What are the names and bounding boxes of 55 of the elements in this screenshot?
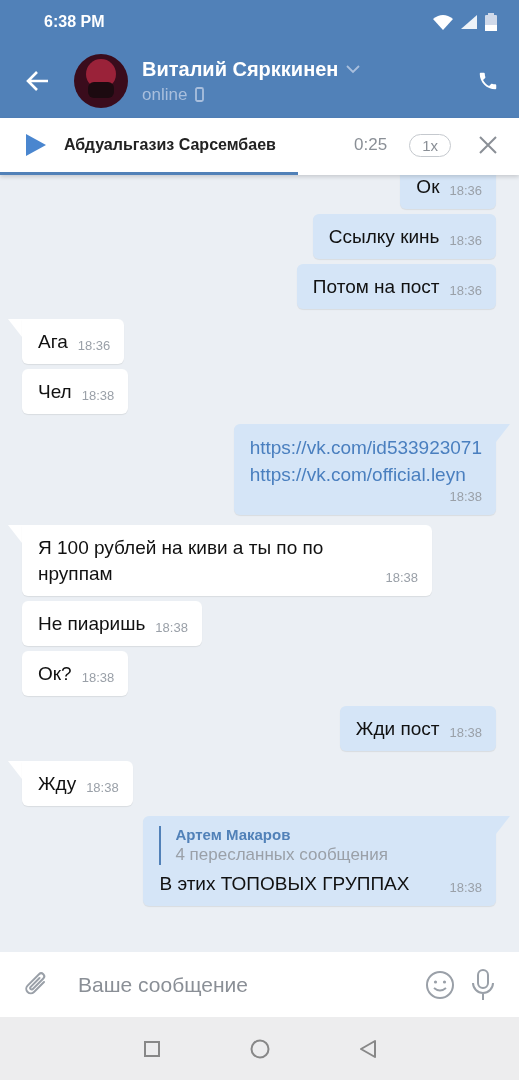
message-text: Не пиаришь [38, 612, 146, 636]
back-icon[interactable] [359, 1039, 376, 1058]
message-bubble[interactable]: Я 100 рублей на киви а ты по по нруппам 18:38 [22, 525, 432, 596]
message-time: 18:38 [449, 724, 482, 742]
chevron-down-icon[interactable] [346, 64, 361, 74]
message-bubble[interactable]: Ок 18:36 [400, 175, 496, 209]
track-duration: 0:25 [354, 135, 388, 155]
status-time: 6:38 PM [44, 13, 105, 31]
message-time: 18:36 [77, 337, 111, 355]
message-text: В этих ТОПОВЫХ ГРУППАХ [159, 872, 410, 896]
message-bubble[interactable]: Потом на пост 18:36 [296, 264, 496, 309]
play-icon[interactable] [26, 134, 46, 156]
microphone-icon[interactable] [471, 968, 495, 1001]
avatar[interactable] [74, 54, 128, 108]
smiley-icon[interactable] [425, 969, 455, 1000]
message-time: 18:38 [449, 879, 482, 897]
close-icon[interactable] [479, 136, 497, 154]
message-time: 18:36 [449, 182, 482, 200]
home-icon[interactable] [249, 1038, 270, 1059]
online-status: online [142, 84, 188, 105]
contact-name[interactable]: Виталий Сярккинен [142, 57, 339, 81]
message-text: Жди пост [355, 717, 440, 741]
track-title: Абдуальгазиз Сарсембаев [64, 136, 277, 154]
message-bubble[interactable]: Ок? 18:38 [22, 651, 129, 696]
message-text: Ссылку кинь [328, 225, 440, 249]
message-text: Ок [416, 175, 440, 199]
message-time: 18:38 [449, 488, 482, 506]
message-bubble[interactable]: Ага 18:36 [22, 319, 125, 364]
message-text: Ага [38, 330, 68, 354]
message-bubble[interactable]: Чел 18:38 [22, 369, 129, 414]
message-text: Жду [38, 772, 77, 796]
message-bubble[interactable]: Ссылку кинь 18:36 [312, 214, 496, 259]
battery-icon [485, 13, 497, 31]
message-time: 18:38 [86, 779, 119, 797]
message-time: 18:38 [385, 569, 418, 587]
message-text: Потом на пост [312, 275, 440, 299]
message-time: 18:38 [81, 669, 115, 687]
signal-icon [461, 14, 477, 30]
message-text: Я 100 рублей на киви а ты по по нруппам [38, 536, 325, 586]
message-time: 18:38 [155, 619, 188, 637]
message-text: Чел [38, 380, 72, 404]
message-time: 18:36 [449, 282, 482, 300]
message-bubble[interactable]: Не пиаришь 18:38 [22, 601, 202, 646]
message-field[interactable]: Ваше сообщение [0, 952, 519, 1017]
recent-apps-icon[interactable] [143, 1040, 160, 1057]
message-input[interactable]: Ваше сообщение [76, 971, 409, 998]
message-bubble[interactable]: Жду 18:38 [22, 761, 133, 806]
message-time: 18:36 [449, 232, 482, 250]
wifi-icon [433, 14, 453, 30]
message-text: Ок? [38, 662, 72, 686]
mobile-phone-icon [195, 87, 205, 102]
back-arrow-icon[interactable] [26, 70, 50, 92]
phone-call-icon[interactable] [477, 70, 499, 92]
message-time: 18:38 [81, 387, 115, 405]
message-bubble[interactable]: Жди пост 18:38 [339, 706, 496, 751]
